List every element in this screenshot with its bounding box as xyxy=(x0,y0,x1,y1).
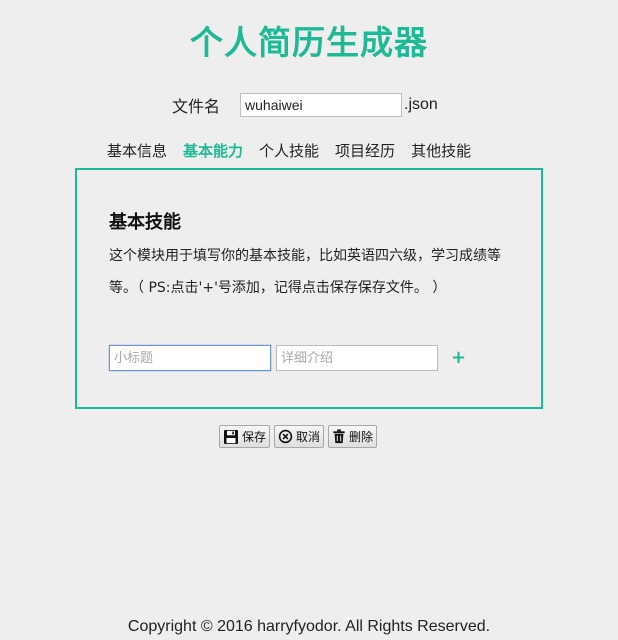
action-bar: 保存 取消 删除 xyxy=(219,425,381,448)
tab-basic-info[interactable]: 基本信息 xyxy=(107,140,167,161)
copyright-footer: Copyright © 2016 harryfyodor. All Rights… xyxy=(127,618,491,635)
circle-x-icon xyxy=(278,429,293,444)
app-title: 个人简历生成器 xyxy=(190,23,428,62)
delete-label: 删除 xyxy=(349,430,374,444)
filename-row: 文件名 .json xyxy=(172,92,438,118)
tab-bar: 基本信息 基本能力 个人技能 项目经历 其他技能 xyxy=(107,140,487,161)
filename-extension: .json xyxy=(404,96,438,113)
basic-abilities-panel: 基本技能 这个模块用于填写你的基本技能，比如英语四六级，学习成绩等等。（ PS:… xyxy=(75,168,543,409)
filename-input[interactable] xyxy=(240,93,403,117)
tab-basic-abilities[interactable]: 基本能力 xyxy=(183,140,243,161)
cancel-label: 取消 xyxy=(296,430,321,444)
skill-title-input[interactable] xyxy=(109,345,271,371)
save-button[interactable]: 保存 xyxy=(219,425,271,448)
trash-icon xyxy=(333,429,345,444)
tab-personal-skills[interactable]: 个人技能 xyxy=(259,140,319,161)
cancel-button[interactable]: 取消 xyxy=(274,425,325,448)
skill-entry-row: + xyxy=(109,345,466,371)
tab-project-experience[interactable]: 项目经历 xyxy=(335,140,395,161)
skill-detail-input[interactable] xyxy=(276,345,438,371)
filename-label: 文件名 xyxy=(172,97,221,116)
floppy-disk-icon xyxy=(224,429,238,444)
save-label: 保存 xyxy=(242,430,267,444)
panel-description: 这个模块用于填写你的基本技能，比如英语四六级，学习成绩等等。（ PS:点击'+'… xyxy=(109,248,501,296)
add-skill-button[interactable]: + xyxy=(451,349,466,367)
page: 个人简历生成器 文件名 .json 基本信息 基本能力 个人技能 项目经历 其他… xyxy=(0,0,618,640)
panel-heading: 基本技能 xyxy=(109,212,181,233)
tab-other-skills[interactable]: 其他技能 xyxy=(411,140,471,161)
delete-button[interactable]: 删除 xyxy=(328,425,378,448)
